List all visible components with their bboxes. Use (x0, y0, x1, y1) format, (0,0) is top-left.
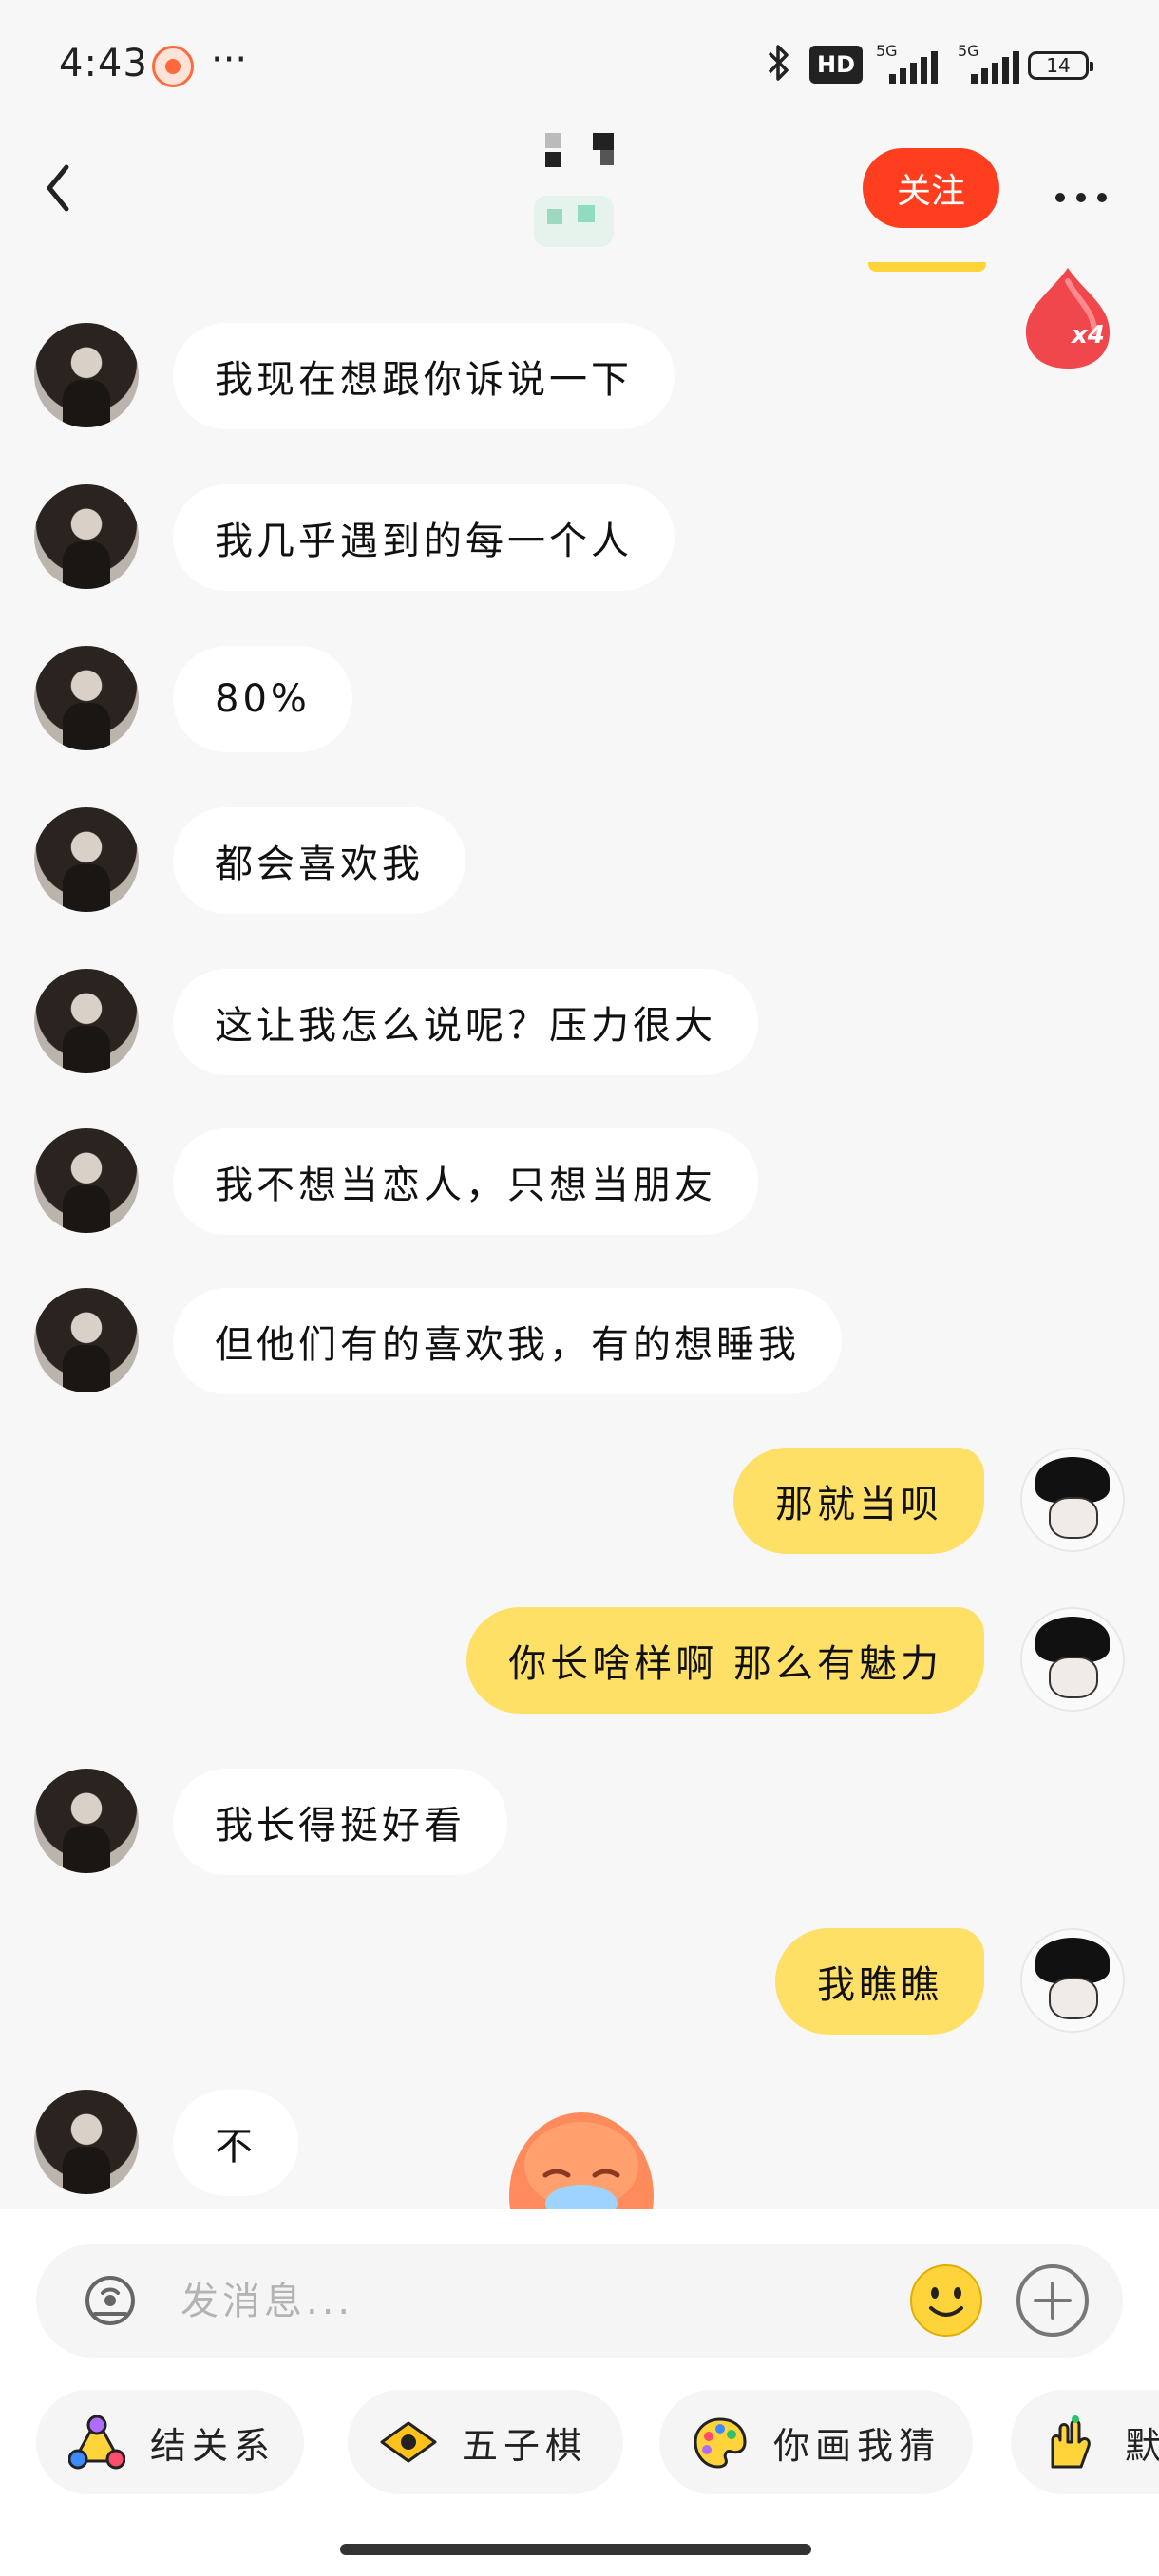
plus-circle-icon (1016, 2264, 1089, 2337)
message-input[interactable] (179, 2270, 923, 2333)
bluetooth-icon (768, 45, 788, 81)
game-relationship[interactable]: 结关系 (36, 2390, 304, 2494)
game-label: 默 (1125, 2424, 1159, 2467)
message-row: 你长啥样啊 那么有魅力 (0, 1607, 1159, 1714)
message-bubble[interactable]: 我长得挺好看 (173, 1769, 507, 1875)
message-bubble[interactable]: 你长啥样啊 那么有魅力 (466, 1607, 984, 1714)
message-bubble[interactable]: 不 (173, 2090, 298, 2196)
contact-avatar[interactable] (34, 1769, 139, 1873)
game-draw-guess[interactable]: 你画我猜 (659, 2390, 973, 2494)
pixelated-contact-name (534, 133, 614, 247)
message-input-bar (36, 2244, 1123, 2358)
contact-avatar[interactable] (34, 1288, 139, 1392)
battery-icon: 14 (1028, 51, 1093, 80)
message-row: 都会喜欢我 (0, 807, 1159, 914)
relationship-icon (68, 2415, 125, 2470)
contact-avatar[interactable] (34, 646, 139, 750)
contact-avatar[interactable] (34, 969, 139, 1073)
more-icon (1055, 193, 1107, 202)
chevron-left-icon (47, 164, 69, 212)
status-time: 4:43 (59, 42, 148, 85)
signal-icon: 5G (876, 42, 944, 84)
voice-icon (86, 2276, 135, 2325)
palette-icon (694, 2417, 747, 2469)
game-label: 结关系 (150, 2424, 276, 2467)
message-row: 但他们有的喜欢我，有的想睡我 (0, 1288, 1159, 1394)
message-bubble[interactable]: 都会喜欢我 (173, 807, 466, 914)
emoji-smile-icon (910, 2264, 982, 2337)
message-bubble[interactable]: 这让我怎么说呢？压力很大 (173, 969, 758, 1075)
follow-button[interactable]: 关注 (863, 148, 999, 228)
my-avatar[interactable] (1020, 1607, 1125, 1712)
message-bubble[interactable]: 那就当呗 (733, 1448, 984, 1554)
gomoku-icon (380, 2421, 437, 2463)
message-list[interactable]: 我现在想跟你诉说一下 我几乎遇到的每一个人 80% 都会喜欢我 这让我怎么说呢？… (0, 304, 1159, 2209)
home-indicator[interactable] (340, 2544, 811, 2555)
contact-avatar[interactable] (34, 1128, 139, 1233)
status-overflow: ··· (211, 38, 248, 82)
message-bubble[interactable]: 80% (173, 646, 352, 752)
message-row: 那就当呗 (0, 1448, 1159, 1554)
hands-icon (1051, 2415, 1091, 2469)
my-avatar[interactable] (1020, 1448, 1125, 1552)
contact-avatar[interactable] (34, 807, 139, 912)
input-panel: 结关系 五子棋 你画我猜 默 (0, 2209, 1159, 2576)
more-actions-button[interactable] (1015, 2263, 1091, 2339)
message-row: 我瞧瞧 (0, 1928, 1159, 2035)
game-label: 五子棋 (462, 2424, 588, 2467)
back-button[interactable] (40, 160, 78, 227)
my-avatar[interactable] (1020, 1928, 1125, 2033)
app-notification-icon (152, 46, 194, 87)
emoji-button[interactable] (908, 2263, 984, 2339)
follow-indicator (868, 262, 986, 272)
message-row: 我长得挺好看 (0, 1769, 1159, 1875)
voice-button[interactable] (82, 2272, 139, 2329)
message-row: 我不想当恋人，只想当朋友 (0, 1128, 1159, 1235)
message-bubble[interactable]: 但他们有的喜欢我，有的想睡我 (173, 1288, 842, 1394)
game-shortcuts: 结关系 五子棋 你画我猜 默 (36, 2390, 1159, 2494)
message-bubble[interactable]: 我几乎遇到的每一个人 (173, 484, 674, 591)
game-label: 你画我猜 (773, 2424, 941, 2467)
more-button[interactable] (1053, 165, 1110, 218)
message-bubble[interactable]: 我瞧瞧 (775, 1928, 984, 2035)
message-bubble[interactable]: 我不想当恋人，只想当朋友 (173, 1128, 758, 1235)
game-tacit[interactable]: 默 (1011, 2390, 1159, 2494)
contact-avatar[interactable] (34, 2090, 139, 2194)
message-row: 这让我怎么说呢？压力很大 (0, 969, 1159, 1075)
hd-voice-icon: HD (809, 46, 863, 84)
pacifier-emoji-icon (509, 2112, 654, 2209)
contact-avatar[interactable] (34, 323, 139, 427)
signal-icon: 5G (958, 42, 1026, 84)
message-row: 80% (0, 646, 1159, 752)
message-bubble[interactable]: 我现在想跟你诉说一下 (173, 323, 674, 429)
contact-avatar[interactable] (34, 484, 139, 589)
message-row: 我现在想跟你诉说一下 (0, 323, 1159, 429)
game-gomoku[interactable]: 五子棋 (348, 2390, 623, 2494)
chat-header: 关注 (0, 133, 1159, 256)
status-bar: 4:43 ··· HD 5G 5G 14 (0, 0, 1159, 133)
message-row: 我几乎遇到的每一个人 (0, 484, 1159, 591)
